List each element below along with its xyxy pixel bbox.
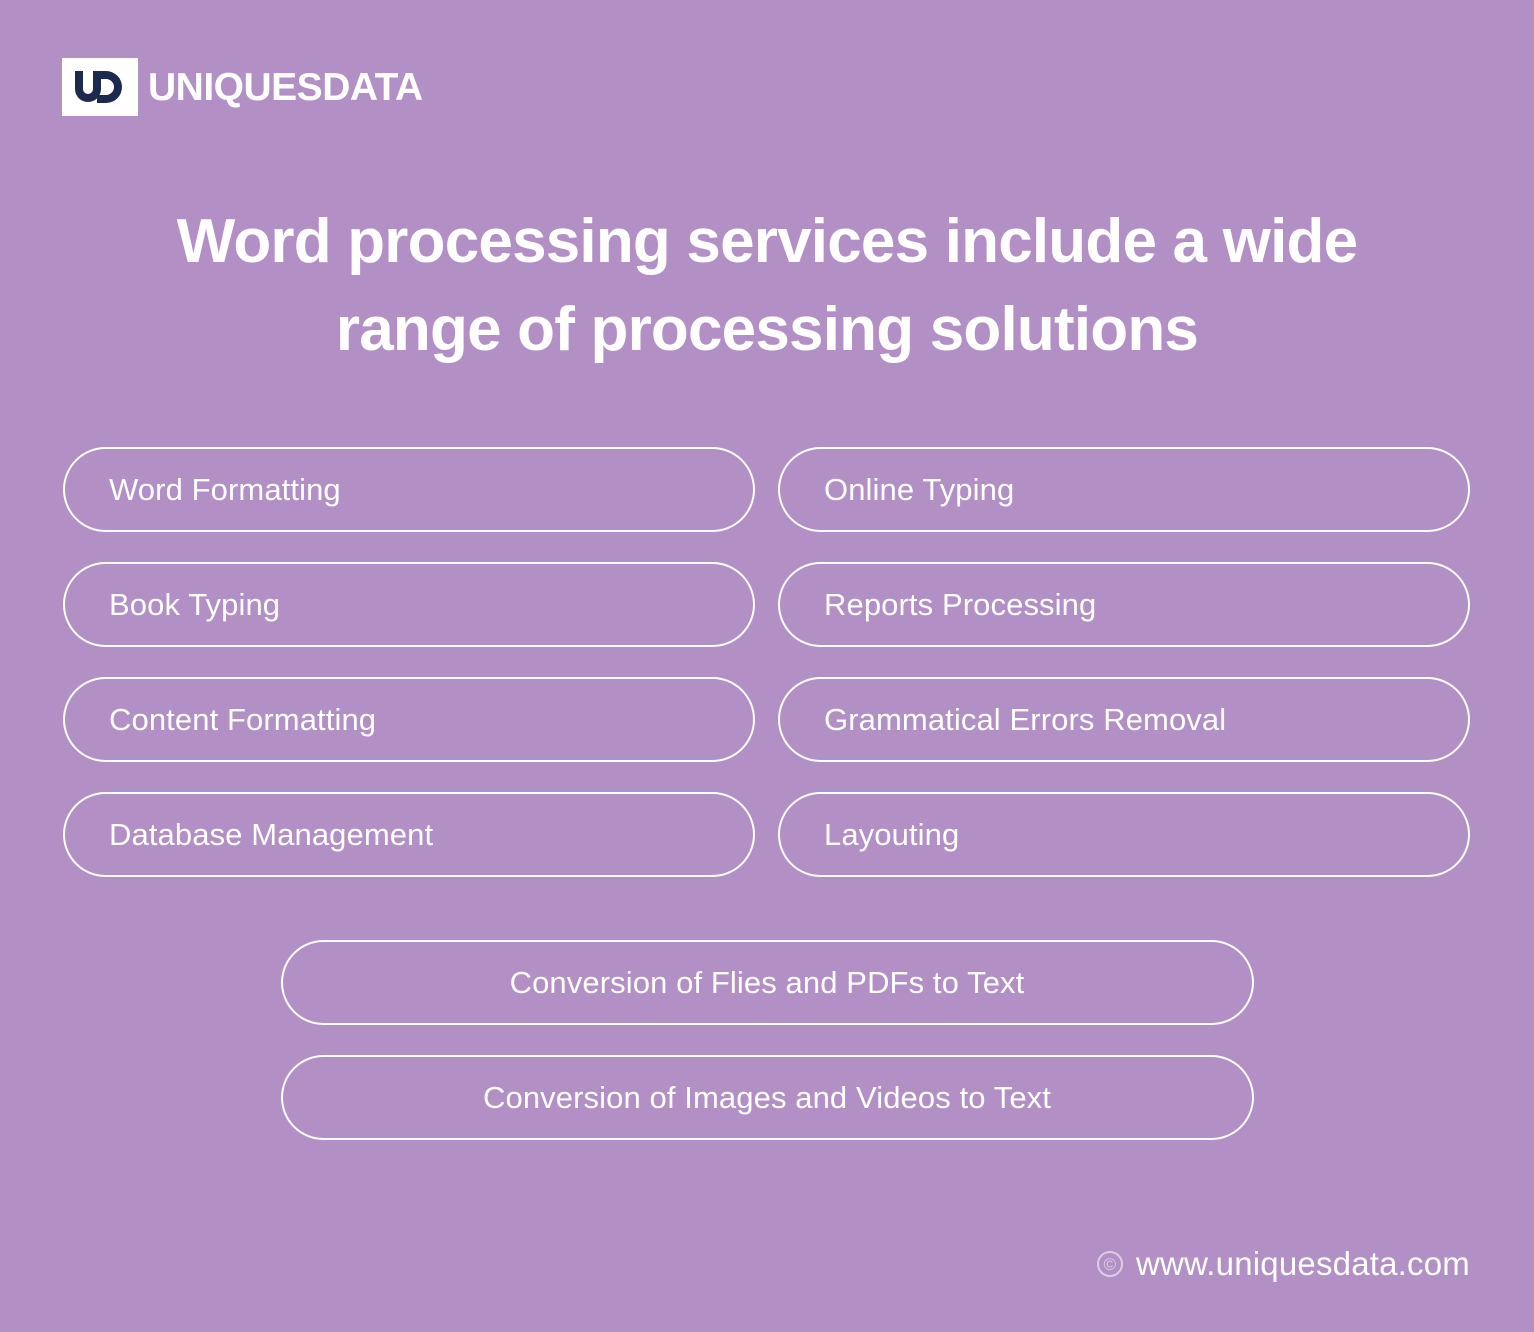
service-pill[interactable]: Database Management — [63, 792, 755, 877]
services-wide-row: Conversion of Images and Videos to Text — [63, 1055, 1471, 1140]
service-pill[interactable]: Content Formatting — [63, 677, 755, 762]
service-pill[interactable]: Layouting — [778, 792, 1470, 877]
service-label: Book Typing — [109, 586, 281, 622]
service-label: Conversion of Images and Videos to Text — [483, 1079, 1051, 1115]
service-label: Conversion of Flies and PDFs to Text — [509, 964, 1025, 1000]
service-pill[interactable]: Book Typing — [63, 562, 755, 647]
service-pill-wide[interactable]: Conversion of Images and Videos to Text — [280, 1055, 1254, 1140]
service-label: Layouting — [824, 816, 960, 852]
service-label: Online Typing — [824, 471, 1015, 507]
service-label: Reports Processing — [824, 586, 1097, 622]
brand-logo[interactable]: UNIQUESDATA — [62, 58, 423, 116]
services-grid: Word Formatting Online Typing Book Typin… — [63, 447, 1471, 1140]
service-pill[interactable]: Online Typing — [778, 447, 1470, 532]
service-label: Database Management — [109, 816, 434, 852]
page-title: Word processing services include a wide … — [176, 207, 1358, 365]
service-pill[interactable]: Grammatical Errors Removal — [778, 677, 1470, 762]
brand-name: UNIQUESDATA — [148, 65, 423, 109]
services-wide-row: Conversion of Flies and PDFs to Text — [63, 940, 1471, 1025]
service-pill[interactable]: Reports Processing — [778, 562, 1470, 647]
ud-monogram-icon — [62, 58, 138, 116]
service-label: Word Formatting — [109, 471, 341, 507]
service-label: Content Formatting — [109, 701, 377, 737]
service-label: Grammatical Errors Removal — [824, 701, 1227, 737]
copyright-icon: © — [1097, 1251, 1124, 1277]
footer: © www.uniquesdata.com — [1097, 1245, 1470, 1283]
service-pill[interactable]: Word Formatting — [63, 447, 755, 532]
service-pill-wide[interactable]: Conversion of Flies and PDFs to Text — [280, 940, 1254, 1025]
poster-canvas: UNIQUESDATA Word processing services inc… — [0, 0, 1534, 1332]
website-url[interactable]: www.uniquesdata.com — [1136, 1245, 1470, 1283]
